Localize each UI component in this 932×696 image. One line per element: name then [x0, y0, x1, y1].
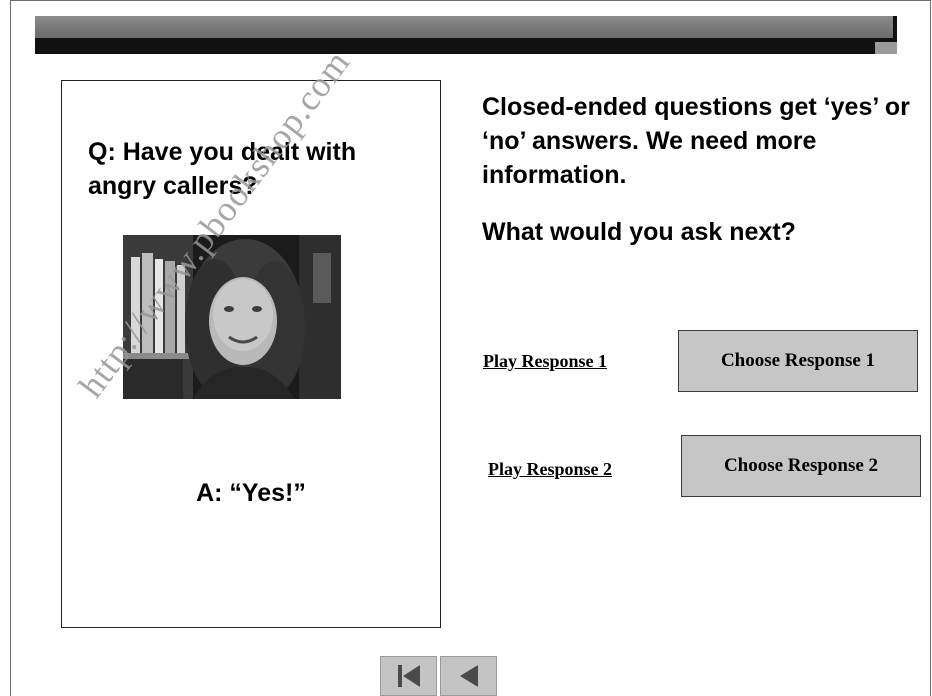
previous-slide-button[interactable]: [440, 656, 497, 696]
play-response-2-link[interactable]: Play Response 2: [488, 459, 612, 480]
first-slide-button[interactable]: [380, 656, 437, 696]
scenario-card: Q: Have you dealt with angry callers? A:…: [61, 80, 441, 628]
explanation-text: Closed-ended questions get ‘yes’ or ‘no’…: [482, 93, 910, 189]
choose-response-1-button[interactable]: Choose Response 1: [678, 330, 918, 392]
title-bar-corner: [875, 42, 897, 54]
skip-to-start-icon: [397, 665, 420, 687]
play-response-1-link[interactable]: Play Response 1: [483, 351, 607, 372]
speaker-photo: [123, 235, 341, 399]
title-bar: [35, 16, 897, 54]
choose-response-2-button[interactable]: Choose Response 2: [681, 435, 921, 497]
speaker-photo-image: [123, 235, 341, 399]
prompt-text: What would you ask next?: [482, 218, 796, 246]
answer-text: A: “Yes!”: [196, 479, 306, 507]
previous-icon: [459, 665, 478, 687]
question-text: Q: Have you dealt with angry callers?: [88, 138, 357, 200]
title-bar-gradient: [35, 16, 893, 38]
